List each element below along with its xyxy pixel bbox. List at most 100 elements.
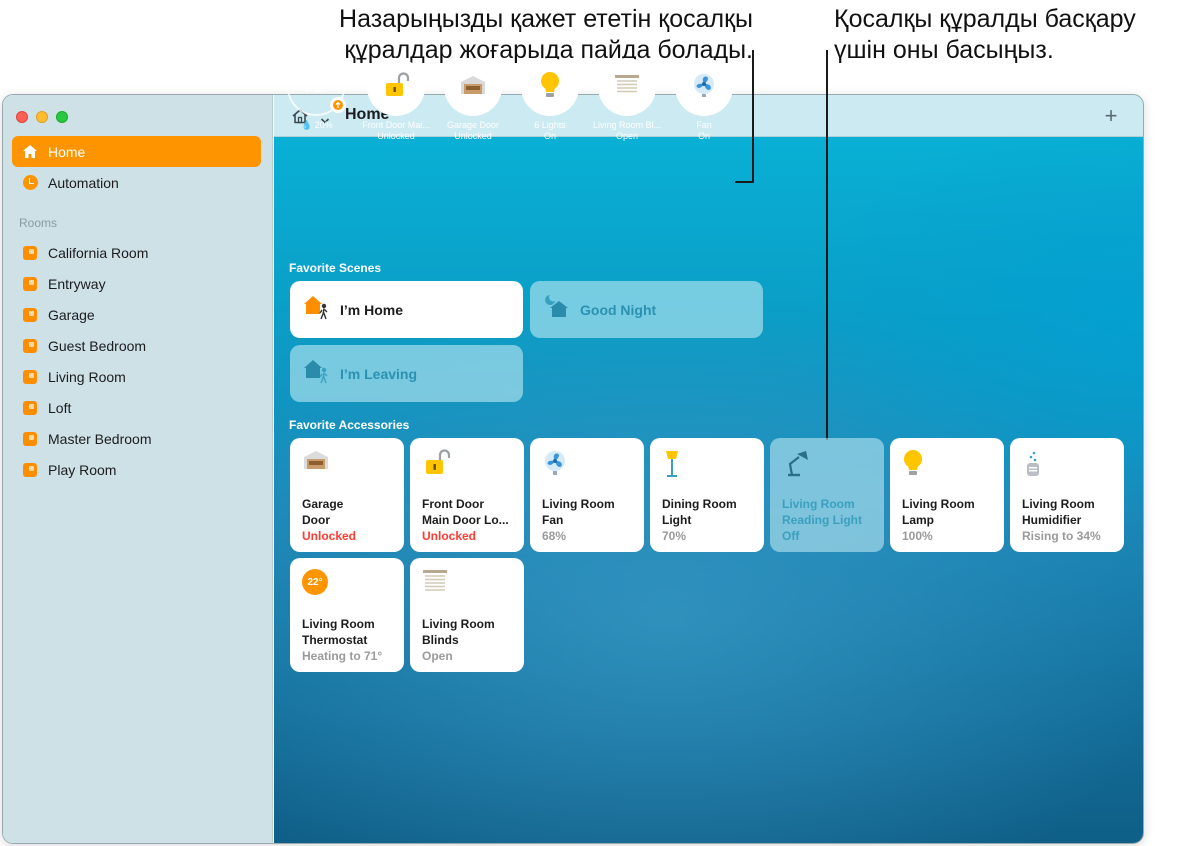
room-icon [22, 307, 38, 323]
moon-house-icon [542, 293, 572, 326]
accessory-living-room-reading-light[interactable]: Living Room Reading Light Off [770, 438, 884, 552]
bulb-icon [902, 449, 992, 479]
status-circle [675, 58, 733, 116]
sidebar: Home Automation Rooms California Room En… [3, 95, 273, 843]
room-icon [22, 462, 38, 478]
desk-lamp-icon [782, 449, 872, 479]
sidebar-item-california-room[interactable]: California Room [12, 237, 261, 268]
accessory-name: Living Room Thermostat Heating to 71° [302, 616, 398, 664]
add-button[interactable]: + [1101, 103, 1121, 129]
scene-good-night[interactable]: Good Night [530, 281, 763, 338]
accessory-name-line2: Humidifier [1022, 513, 1082, 527]
accessory-state: 100% [902, 529, 933, 543]
accessory-name-line1: Living Room [542, 497, 615, 511]
status-lights[interactable]: 6 Lights On [511, 58, 589, 142]
sidebar-item-loft[interactable]: Loft [12, 392, 261, 423]
humidity-value: 20% [314, 120, 333, 130]
status-front-door[interactable]: Front Door Mai... Unlocked [357, 58, 435, 142]
status-climate[interactable]: 71° 💧 20% [287, 58, 349, 131]
window-close-button[interactable] [16, 111, 28, 123]
temperature-ring: 71° [287, 58, 346, 116]
accessory-name-line1: Dining Room [662, 497, 737, 511]
window-zoom-button[interactable] [56, 111, 68, 123]
sidebar-item-automation[interactable]: Automation [12, 167, 261, 198]
clock-icon [22, 175, 38, 191]
window-minimize-button[interactable] [36, 111, 48, 123]
status-garage-door[interactable]: Garage Door Unlocked [434, 58, 512, 142]
sidebar-item-label: Automation [48, 174, 119, 191]
scene-label: I’m Leaving [340, 365, 418, 382]
lock-open-icon [382, 71, 410, 104]
sidebar-item-garage[interactable]: Garage [12, 299, 261, 330]
accessory-state: Open [422, 649, 453, 663]
droplet-icon: 💧 [301, 120, 313, 130]
status-name: Fan [696, 120, 712, 130]
accessory-name: Dining Room Light 70% [662, 496, 758, 544]
accessory-living-room-blinds[interactable]: Living Room Blinds Open [410, 558, 524, 672]
accessory-living-room-humidifier[interactable]: Living Room Humidifier Rising to 34% [1010, 438, 1124, 552]
accessory-state: Rising to 34% [1022, 529, 1101, 543]
accessory-name-line1: Living Room [1022, 497, 1095, 511]
callout-attention-accessories: Назарыңызды қажет ететін қосалқы құралда… [250, 4, 753, 66]
thermostat-icon: 22° [302, 569, 392, 599]
scene-im-home[interactable]: I’m Home [290, 281, 523, 338]
callout-click-accessory: Қосалқы құралды басқару үшін оны басыңыз… [834, 4, 1190, 66]
accessory-front-door-lock[interactable]: Front Door Main Door Lo... Unlocked [410, 438, 524, 552]
accessory-name-line2: Fan [542, 513, 564, 527]
room-icon [22, 369, 38, 385]
accessory-state: Heating to 71° [302, 649, 383, 663]
accessory-dining-room-light[interactable]: Dining Room Light 70% [650, 438, 764, 552]
lock-open-icon [422, 449, 512, 479]
scene-im-leaving[interactable]: I’m Leaving [290, 345, 523, 402]
fan-icon [542, 449, 632, 479]
status-state: Open [615, 131, 639, 141]
blinds-icon [422, 569, 512, 599]
accessory-state: 68% [542, 529, 567, 543]
sidebar-item-entryway[interactable]: Entryway [12, 268, 261, 299]
heating-arrow-icon [330, 97, 346, 113]
temperature-value: 71° [303, 77, 329, 96]
sidebar-item-label: California Room [48, 244, 149, 261]
sidebar-item-label: Entryway [48, 275, 106, 292]
accessory-garage-door[interactable]: Garage Door Unlocked [290, 438, 404, 552]
accessory-name-line1: Living Room [302, 617, 375, 631]
humidity-status: 💧 20% [287, 120, 349, 131]
accessory-living-room-thermostat[interactable]: 22° Living Room Thermostat Heating to 71… [290, 558, 404, 672]
sidebar-item-label: Master Bedroom [48, 430, 152, 447]
garage-icon [302, 449, 392, 479]
accessory-name: Living Room Humidifier Rising to 34% [1022, 496, 1118, 544]
humidifier-icon [1022, 449, 1112, 479]
accessory-name-line2: Door [302, 513, 330, 527]
blinds-icon [614, 74, 640, 101]
status-fan[interactable]: Fan On [665, 58, 743, 142]
sidebar-item-label: Home [48, 143, 86, 160]
accessory-name-line2: Lamp [902, 513, 935, 527]
status-circle [367, 58, 425, 116]
scene-label: I’m Home [340, 301, 404, 318]
callout-right-line1: Қосалқы құралды басқару [834, 5, 1136, 33]
sidebar-item-living-room[interactable]: Living Room [12, 361, 261, 392]
accessory-name: Front Door Main Door Lo... Unlocked [422, 496, 518, 544]
room-icon [22, 245, 38, 261]
accessory-name: Living Room Blinds Open [422, 616, 518, 664]
accessory-name-line1: Living Room [782, 497, 855, 511]
scene-label: Good Night [580, 301, 657, 318]
status-name: 6 Lights [534, 120, 566, 130]
accessory-name-line1: Living Room [422, 617, 495, 631]
sidebar-item-guest-bedroom[interactable]: Guest Bedroom [12, 330, 261, 361]
garage-icon [459, 73, 487, 102]
sidebar-item-master-bedroom[interactable]: Master Bedroom [12, 423, 261, 454]
callout-left-leader-tick [735, 181, 754, 183]
status-living-room-blinds[interactable]: Living Room Bl... Open [588, 58, 666, 142]
status-state: On [697, 131, 710, 141]
accessory-living-room-fan[interactable]: Living Room Fan 68% [530, 438, 644, 552]
accessory-living-room-lamp[interactable]: Living Room Lamp 100% [890, 438, 1004, 552]
status-circle [521, 58, 579, 116]
sidebar-item-label: Living Room [48, 368, 126, 385]
sidebar-item-home[interactable]: Home [12, 136, 261, 167]
sidebar-item-label: Loft [48, 399, 72, 416]
sidebar-item-play-room[interactable]: Play Room [12, 454, 261, 485]
accessory-name-line2: Thermostat [302, 633, 368, 647]
accessory-name: Living Room Reading Light Off [782, 496, 878, 544]
callout-left-line1: Назарыңызды қажет ететін қосалқы [339, 5, 753, 33]
